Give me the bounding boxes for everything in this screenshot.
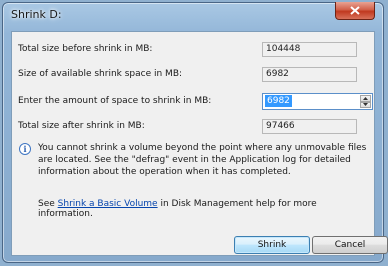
shrink-amount-input[interactable]: 6982	[265, 95, 292, 107]
shrink-button[interactable]: Shrink	[234, 236, 310, 254]
cancel-button[interactable]: Cancel	[312, 236, 388, 254]
close-button[interactable]	[335, 2, 375, 20]
available-space-value: 6982	[262, 67, 357, 82]
shrink-dialog: Shrink D: Total size before shrink in MB…	[2, 2, 388, 263]
help-text: See Shrink a Basic Volume in Disk Manage…	[38, 199, 374, 219]
info-icon: i	[19, 143, 31, 155]
shrink-amount-label: Enter the amount of space to shrink in M…	[18, 96, 212, 106]
chevron-up-icon	[363, 96, 368, 100]
close-icon	[350, 6, 360, 15]
total-before-label: Total size before shrink in MB:	[18, 44, 153, 54]
spin-down-button[interactable]	[360, 101, 371, 108]
dialog-body: Total size before shrink in MB: 104448 S…	[11, 31, 388, 256]
dialog-title: Shrink D:	[11, 8, 62, 21]
help-prefix: See	[38, 199, 58, 209]
available-space-label: Size of available shrink space in MB:	[18, 69, 183, 79]
total-before-value: 104448	[262, 42, 357, 57]
shrink-basic-volume-link[interactable]: Shrink a Basic Volume	[58, 199, 158, 209]
chevron-down-icon	[363, 103, 368, 107]
total-after-label: Total size after shrink in MB:	[18, 121, 145, 131]
shrink-amount-stepper[interactable]: 6982	[262, 93, 373, 110]
total-after-value: 97466	[262, 119, 357, 134]
shrink-notice-text: You cannot shrink a volume beyond the po…	[38, 143, 367, 177]
